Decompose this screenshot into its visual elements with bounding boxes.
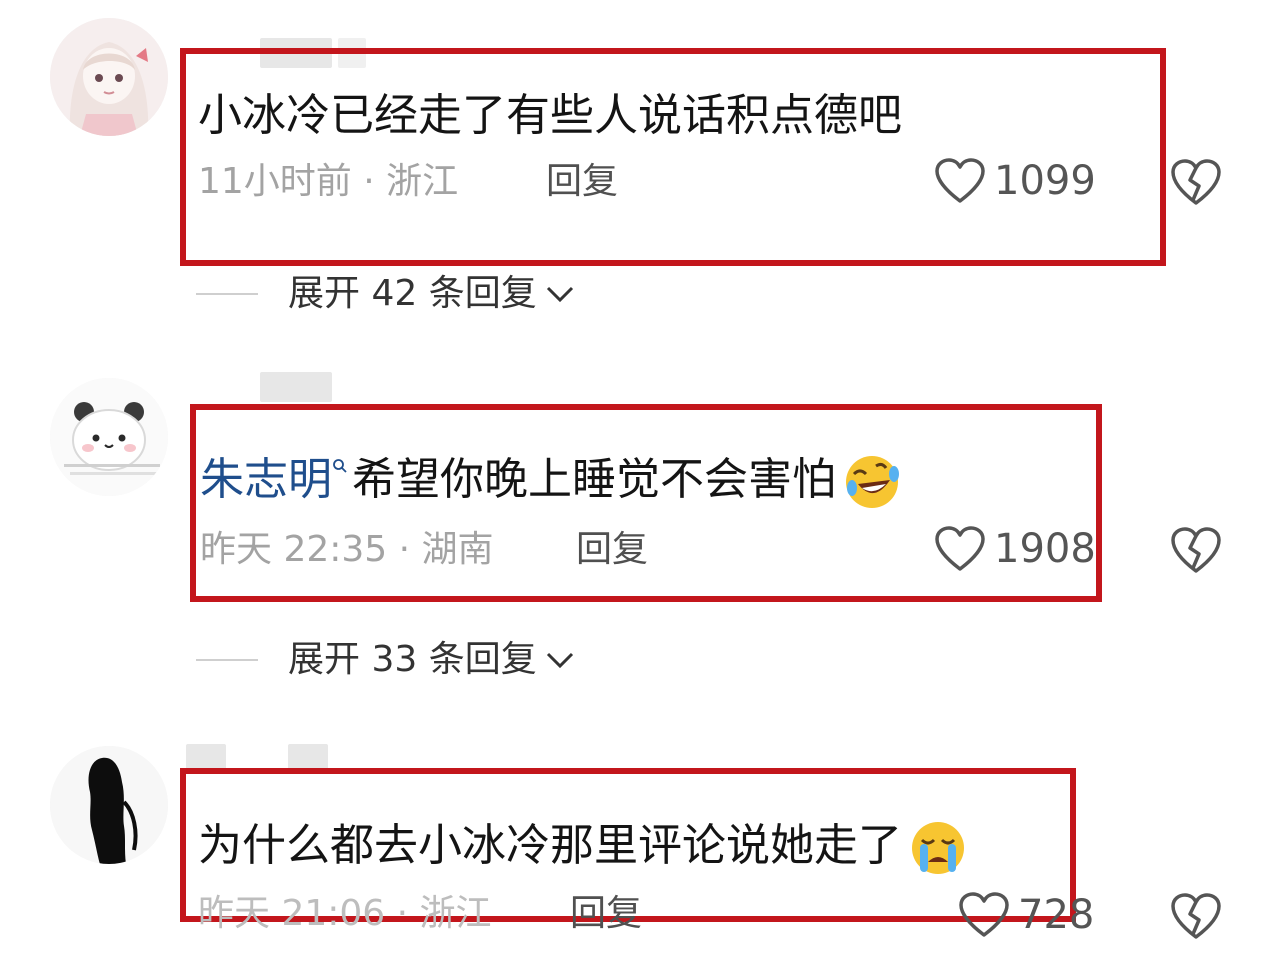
silhouette-avatar-image bbox=[50, 746, 168, 864]
heart-outline-icon bbox=[959, 892, 1009, 937]
reply-button[interactable]: 回复 bbox=[570, 892, 642, 936]
comment-body: 为什么都去小冰冷那里评论说她走了 bbox=[198, 820, 902, 871]
comment-text: 为什么都去小冰冷那里评论说她走了 bbox=[198, 818, 968, 878]
comment-meta: 昨天 21:06 · 浙江 bbox=[198, 893, 492, 934]
loudly-crying-emoji bbox=[912, 822, 964, 874]
comment-item: 为什么都去小冰冷那里评论说她走了 昨天 21:06 · 浙江 回复 728 bbox=[0, 0, 1280, 980]
broken-heart-icon bbox=[1171, 893, 1221, 939]
like-button[interactable]: 728 bbox=[958, 892, 1094, 938]
like-count: 728 bbox=[1018, 892, 1095, 938]
dislike-button[interactable] bbox=[1170, 892, 1222, 940]
user-avatar[interactable] bbox=[50, 746, 168, 864]
